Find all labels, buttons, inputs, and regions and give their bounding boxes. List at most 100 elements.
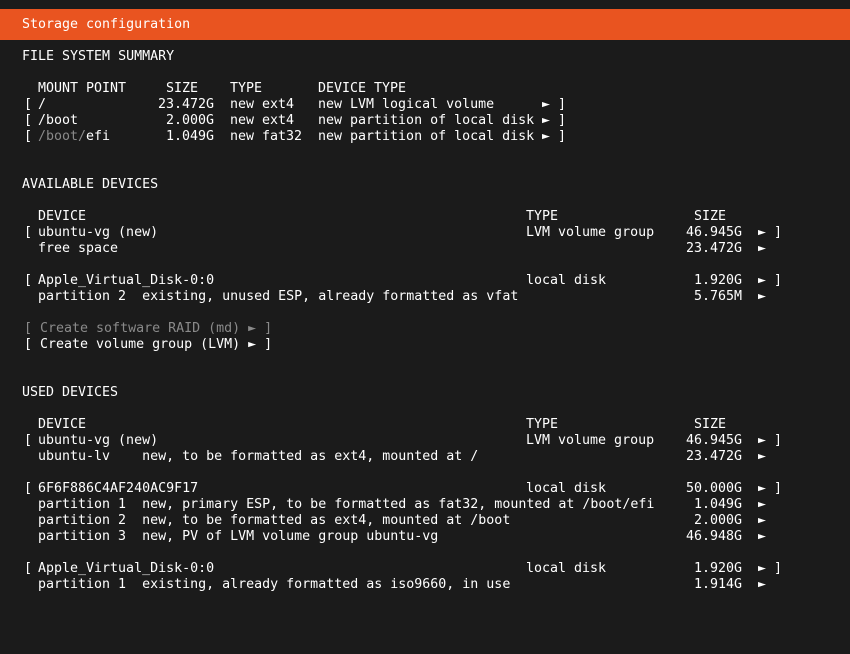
- device-name: Apple_Virtual_Disk-0:0: [38, 561, 215, 576]
- device-size: 46.945G: [685, 433, 742, 448]
- device-child-row[interactable]: partition 1 existing, already formatted …: [0, 577, 766, 593]
- mount-size: 23.472G: [157, 97, 214, 112]
- device-size: 46.945G: [685, 225, 742, 240]
- used-devices-heading: USED DEVICES: [22, 385, 119, 400]
- arrow-right-icon[interactable]: ►: [758, 225, 766, 241]
- col-size: SIZE: [166, 81, 199, 96]
- device-row[interactable]: [ Apple_Virtual_Disk-0:0 local disk 1.92…: [0, 273, 782, 289]
- arrow-right-icon[interactable]: ►: [758, 481, 766, 497]
- arrow-right-icon[interactable]: ►: [758, 529, 766, 545]
- col-type: TYPE: [526, 209, 559, 224]
- device-type: local disk: [526, 561, 607, 576]
- child-size: 46.948G: [685, 529, 742, 544]
- close-bracket: ]: [558, 129, 567, 144]
- arrow-right-icon[interactable]: ►: [758, 241, 766, 257]
- device-type: LVM volume group: [526, 433, 655, 448]
- child-size: 23.472G: [685, 241, 742, 256]
- child-label: free space: [38, 241, 119, 256]
- device-size: 1.920G: [693, 561, 742, 576]
- device-name: ubuntu-vg (new): [38, 433, 159, 448]
- col-device: DEVICE: [38, 209, 87, 224]
- col-type: TYPE: [230, 81, 263, 96]
- child-size: 5.765M: [693, 289, 742, 304]
- device-row[interactable]: [ 6F6F886C4AF240AC9F17 local disk 50.000…: [0, 481, 782, 497]
- create-raid-button-line: [ Create software RAID (md) ► ]: [0, 321, 272, 337]
- mount-point: /boot/efi: [38, 129, 111, 144]
- fs-summary-heading: FILE SYSTEM SUMMARY: [22, 49, 175, 64]
- child-size: 23.472G: [685, 449, 742, 464]
- child-label: partition 2 new, to be formatted as ext4…: [38, 513, 511, 528]
- device-type: new partition of local disk: [318, 129, 535, 144]
- close-bracket: ]: [774, 433, 783, 448]
- device-row[interactable]: [ ubuntu-vg (new) LVM volume group 46.94…: [0, 225, 782, 241]
- arrow-right-icon[interactable]: ►: [542, 97, 550, 113]
- create-volume-group-button[interactable]: [ Create volume group (LVM) ► ]: [24, 337, 272, 353]
- fs-type: new ext4: [230, 97, 295, 112]
- col-size: SIZE: [694, 209, 727, 224]
- open-bracket: [: [24, 113, 33, 128]
- child-label: partition 1 new, primary ESP, to be form…: [38, 497, 655, 512]
- device-size: 1.920G: [693, 273, 742, 288]
- device-type: LVM volume group: [526, 225, 655, 240]
- arrow-right-icon[interactable]: ►: [542, 113, 550, 129]
- used-devices-heading-line: USED DEVICES: [0, 385, 118, 401]
- window-title: Storage configuration: [22, 17, 191, 32]
- available-devices-heading-line: AVAILABLE DEVICES: [0, 177, 158, 193]
- available-header-row: DEVICE TYPE SIZE: [0, 209, 726, 225]
- device-child-row[interactable]: partition 2 existing, unused ESP, alread…: [0, 289, 766, 305]
- fs-summary-row[interactable]: [ / 23.472G new ext4 new LVM logical vol…: [0, 97, 566, 113]
- arrow-right-icon[interactable]: ►: [758, 577, 766, 593]
- col-size: SIZE: [694, 417, 727, 432]
- open-bracket: [: [24, 561, 33, 576]
- close-bracket: ]: [774, 225, 783, 240]
- arrow-right-icon[interactable]: ►: [758, 513, 766, 529]
- available-devices-heading: AVAILABLE DEVICES: [22, 177, 159, 192]
- open-bracket: [: [24, 433, 33, 448]
- installer-screen: Storage configuration FILE SYSTEM SUMMAR…: [0, 0, 850, 654]
- arrow-right-icon[interactable]: ►: [758, 289, 766, 305]
- mount-size: 2.000G: [165, 113, 214, 128]
- open-bracket: [: [24, 129, 33, 144]
- device-row[interactable]: [ ubuntu-vg (new) LVM volume group 46.94…: [0, 433, 782, 449]
- arrow-right-icon[interactable]: ►: [542, 129, 550, 145]
- child-size: 2.000G: [693, 513, 742, 528]
- arrow-right-icon[interactable]: ►: [758, 273, 766, 289]
- device-child-row[interactable]: partition 3 new, PV of LVM volume group …: [0, 529, 766, 545]
- create-vg-button-line: [ Create volume group (LVM) ► ]: [0, 337, 272, 353]
- fs-summary-row[interactable]: [ /boot 2.000G new ext4 new partition of…: [0, 113, 566, 129]
- device-child-row[interactable]: partition 2 new, to be formatted as ext4…: [0, 513, 766, 529]
- arrow-right-icon[interactable]: ►: [758, 433, 766, 449]
- device-child-row[interactable]: partition 1 new, primary ESP, to be form…: [0, 497, 766, 513]
- device-type: local disk: [526, 273, 607, 288]
- child-label: partition 2 existing, unused ESP, alread…: [38, 289, 519, 304]
- col-device: DEVICE: [38, 417, 87, 432]
- close-bracket: ]: [558, 97, 567, 112]
- close-bracket: ]: [774, 481, 783, 496]
- device-name: Apple_Virtual_Disk-0:0: [38, 273, 215, 288]
- close-bracket: ]: [774, 561, 783, 576]
- arrow-right-icon[interactable]: ►: [758, 561, 766, 577]
- child-size: 1.049G: [693, 497, 742, 512]
- create-software-raid-button[interactable]: [ Create software RAID (md) ► ]: [24, 321, 272, 337]
- device-row[interactable]: [ Apple_Virtual_Disk-0:0 local disk 1.92…: [0, 561, 782, 577]
- mount-point: /boot: [38, 113, 79, 128]
- device-name: ubuntu-vg (new): [38, 225, 159, 240]
- col-mount-point: MOUNT POINT: [38, 81, 127, 96]
- device-child-row[interactable]: ubuntu-lv new, to be formatted as ext4, …: [0, 449, 766, 465]
- device-child-row[interactable]: free space 23.472G ►: [0, 241, 766, 257]
- used-header-row: DEVICE TYPE SIZE: [0, 417, 726, 433]
- open-bracket: [: [24, 97, 33, 112]
- fs-summary-row[interactable]: [ /boot/efi 1.049G new fat32 new partiti…: [0, 129, 566, 145]
- fs-type: new fat32: [230, 129, 303, 144]
- fs-summary-heading-line: FILE SYSTEM SUMMARY: [0, 49, 174, 65]
- col-type: TYPE: [526, 417, 559, 432]
- arrow-right-icon[interactable]: ►: [758, 449, 766, 465]
- child-label: partition 3 new, PV of LVM volume group …: [38, 529, 439, 544]
- child-label: ubuntu-lv new, to be formatted as ext4, …: [38, 449, 479, 464]
- open-bracket: [: [24, 225, 33, 240]
- mount-point: /: [38, 97, 47, 112]
- mount-size: 1.049G: [165, 129, 214, 144]
- arrow-right-icon[interactable]: ►: [758, 497, 766, 513]
- open-bracket: [: [24, 273, 33, 288]
- fs-summary-header-row: MOUNT POINT SIZE TYPE DEVICE TYPE: [0, 81, 406, 97]
